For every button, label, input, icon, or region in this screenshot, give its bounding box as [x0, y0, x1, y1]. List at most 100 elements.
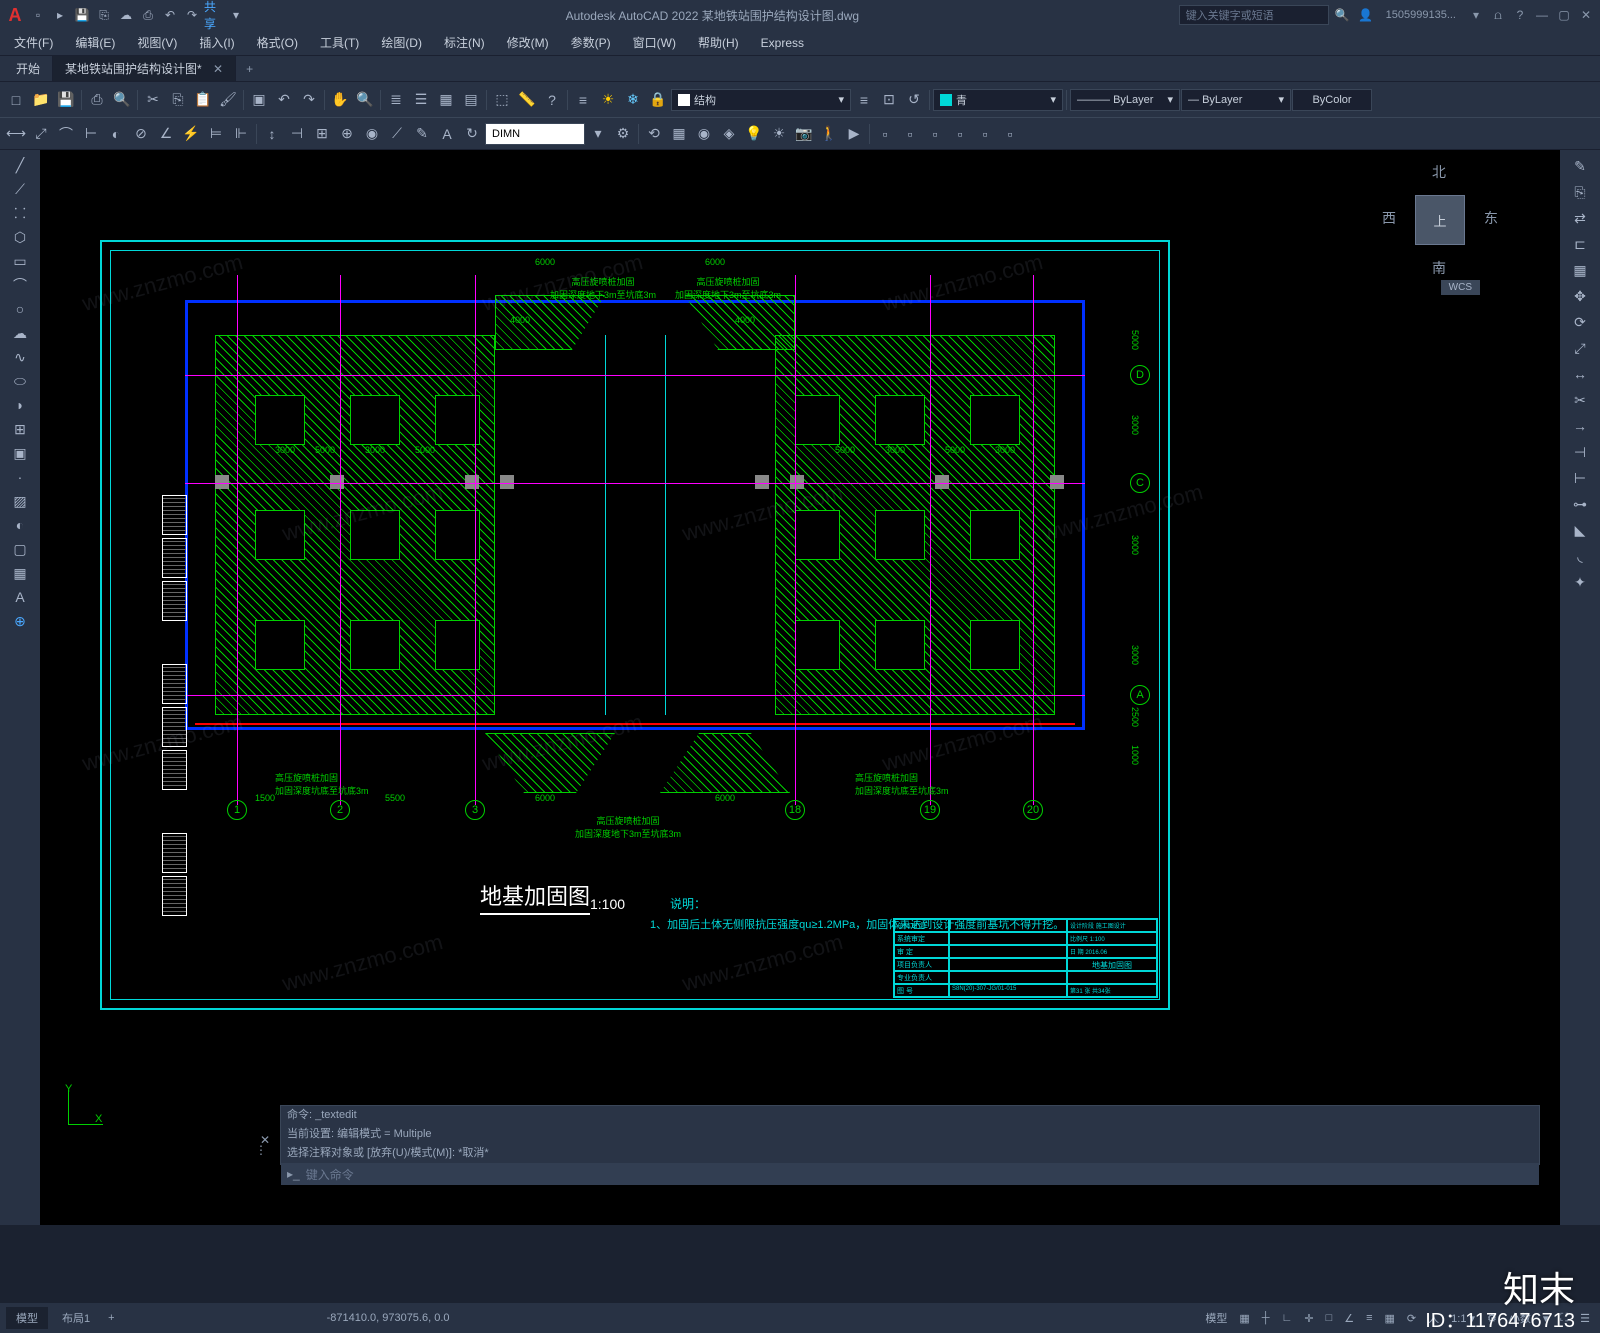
qat-open-icon[interactable]: ▸ — [50, 5, 70, 25]
linetype-dropdown[interactable]: ——— ByLayer▾ — [1070, 89, 1180, 111]
tool-erase-icon[interactable]: ✎ — [1568, 154, 1592, 178]
status-model[interactable]: 模型 — [1201, 1308, 1231, 1328]
tool-sun2-icon[interactable]: ☀ — [767, 122, 791, 146]
tool-undo2-icon[interactable]: ↶ — [272, 88, 296, 112]
tool-offset-icon[interactable]: ⊏ — [1568, 232, 1592, 256]
status-transparency-icon[interactable]: ▦ — [1381, 1310, 1399, 1327]
tool-3drotate-icon[interactable]: ⟲ — [642, 122, 666, 146]
help-icon[interactable]: ? — [1510, 5, 1530, 25]
user-name[interactable]: 1505999135... — [1378, 9, 1464, 21]
search-input[interactable]: 键入关键字或短语 — [1179, 5, 1329, 25]
drawing-canvas[interactable]: 北 西 东 南 上 WCS — [40, 150, 1560, 1225]
tool-open-icon[interactable]: 📁 — [29, 88, 53, 112]
tool-polygon-icon[interactable]: ⬡ — [6, 226, 34, 248]
dim-linear-icon[interactable]: ⟷ — [4, 122, 28, 146]
menu-edit[interactable]: 编辑(E) — [65, 30, 125, 55]
tool-paste-icon[interactable]: 📋 — [191, 88, 215, 112]
tool-freeze-icon[interactable]: ❄ — [621, 88, 645, 112]
tool-dc-icon[interactable]: ▦ — [434, 88, 458, 112]
tool-xline-icon[interactable]: ⟋ — [6, 178, 34, 200]
dim-style-icon[interactable]: ⚙ — [611, 122, 635, 146]
tool-insertblock-icon[interactable]: ⊞ — [6, 418, 34, 440]
tool-rotate-icon[interactable]: ⟳ — [1568, 310, 1592, 334]
status-osnap-icon[interactable]: □ — [1322, 1310, 1337, 1326]
tool-extra5-icon[interactable]: ▫ — [973, 122, 997, 146]
tool-chamfer-icon[interactable]: ◣ — [1568, 518, 1592, 542]
dim-dropdown-icon[interactable]: ▾ — [586, 122, 610, 146]
tool-circle-icon[interactable]: ○ — [6, 298, 34, 320]
tool-addselect-icon[interactable]: ⊕ — [6, 610, 34, 632]
tab-current[interactable]: 某地铁站围护结构设计图* ✕ — [53, 56, 236, 81]
tool-table-icon[interactable]: ▦ — [6, 562, 34, 584]
dim-diameter-icon[interactable]: ⊘ — [129, 122, 153, 146]
tool-selectall-icon[interactable]: ⬚ — [490, 88, 514, 112]
menu-file[interactable]: 文件(F) — [4, 30, 63, 55]
dim-inspect-icon[interactable]: ◉ — [360, 122, 384, 146]
search-icon[interactable]: 🔍 — [1335, 8, 1350, 22]
tool-ellipse-icon[interactable]: ⬭ — [6, 370, 34, 392]
viewcube-top[interactable]: 上 — [1415, 195, 1465, 245]
tool-extend-icon[interactable]: → — [1568, 414, 1592, 438]
cmd-input[interactable]: ▸_键入命令 — [281, 1163, 1539, 1185]
tool-arc2-icon[interactable]: ⌒ — [6, 274, 34, 296]
dim-arc-icon[interactable]: ⌒ — [54, 122, 78, 146]
tool-extra4-icon[interactable]: ▫ — [948, 122, 972, 146]
status-otrack-icon[interactable]: ∠ — [1340, 1310, 1358, 1327]
tool-break2-icon[interactable]: ⊢ — [1568, 466, 1592, 490]
qat-share-icon[interactable]: 共享 — [204, 5, 224, 25]
dim-textedit-icon[interactable]: A — [435, 122, 459, 146]
dim-update-icon[interactable]: ↻ — [460, 122, 484, 146]
dim-space-icon[interactable]: ↕ — [260, 122, 284, 146]
status-lwt-icon[interactable]: ≡ — [1362, 1310, 1376, 1326]
tool-new-icon[interactable]: □ — [4, 88, 28, 112]
tool-extra3-icon[interactable]: ▫ — [923, 122, 947, 146]
layout-add[interactable]: + — [104, 1310, 118, 1326]
color-dropdown[interactable]: 青▾ — [933, 89, 1063, 111]
autodesk-icon[interactable]: ⩍ — [1488, 5, 1508, 25]
tool-lights-icon[interactable]: 💡 — [742, 122, 766, 146]
dim-continue-icon[interactable]: ⊩ — [229, 122, 253, 146]
menu-tools[interactable]: 工具(T) — [310, 30, 369, 55]
tool-motion-icon[interactable]: ▶ — [842, 122, 866, 146]
viewcube-east[interactable]: 东 — [1484, 208, 1498, 228]
menu-window[interactable]: 窗口(W) — [623, 30, 686, 55]
qat-undo-icon[interactable]: ↶ — [160, 5, 180, 25]
tool-walk-icon[interactable]: 🚶 — [817, 122, 841, 146]
tool-camera-icon[interactable]: 📷 — [792, 122, 816, 146]
qat-dropdown-icon[interactable]: ▾ — [226, 5, 246, 25]
tool-point-icon[interactable]: · — [6, 466, 34, 488]
tool-print-icon[interactable]: ⎙ — [85, 88, 109, 112]
tool-matchprop-icon[interactable]: 🖌 — [216, 88, 240, 112]
viewcube-south[interactable]: 南 — [1432, 258, 1446, 278]
tool-copy-icon[interactable]: ⎘ — [166, 88, 190, 112]
menu-help[interactable]: 帮助(H) — [688, 30, 749, 55]
maximize-icon[interactable]: ▢ — [1554, 5, 1574, 25]
qat-save-icon[interactable]: 💾 — [72, 5, 92, 25]
tool-layerprev-icon[interactable]: ↺ — [902, 88, 926, 112]
tool-help2-icon[interactable]: ? — [540, 88, 564, 112]
tool-block-icon[interactable]: ▣ — [247, 88, 271, 112]
qat-saveas-icon[interactable]: ⎘ — [94, 5, 114, 25]
tool-tp-icon[interactable]: ▤ — [459, 88, 483, 112]
qat-new-icon[interactable]: ▫ — [28, 5, 48, 25]
tool-rect-icon[interactable]: ▭ — [6, 250, 34, 272]
menu-draw[interactable]: 绘图(D) — [371, 30, 432, 55]
dim-radius-icon[interactable]: ◐ — [104, 122, 128, 146]
dim-aligned-icon[interactable]: ⤢ — [29, 122, 53, 146]
tool-break1-icon[interactable]: ⊣ — [1568, 440, 1592, 464]
tab-start[interactable]: 开始 — [4, 56, 53, 81]
model-tab[interactable]: 模型 — [6, 1307, 48, 1329]
dim-ordinate-icon[interactable]: ⊢ — [79, 122, 103, 146]
tool-array-icon[interactable]: ▦ — [1568, 258, 1592, 282]
dimstyle-input[interactable] — [485, 123, 585, 145]
tab-add[interactable]: + — [236, 58, 263, 80]
dim-tolerance-icon[interactable]: ⊞ — [310, 122, 334, 146]
dim-edit-icon[interactable]: ✎ — [410, 122, 434, 146]
menu-insert[interactable]: 插入(I) — [189, 30, 244, 55]
tool-measure-icon[interactable]: 📏 — [515, 88, 539, 112]
tool-scale-icon[interactable]: ⤢ — [1568, 336, 1592, 360]
tool-revcloud-icon[interactable]: ☁ — [6, 322, 34, 344]
tool-explode-icon[interactable]: ✦ — [1568, 570, 1592, 594]
minimize-icon[interactable]: — — [1532, 5, 1552, 25]
viewcube-west[interactable]: 西 — [1382, 208, 1396, 228]
